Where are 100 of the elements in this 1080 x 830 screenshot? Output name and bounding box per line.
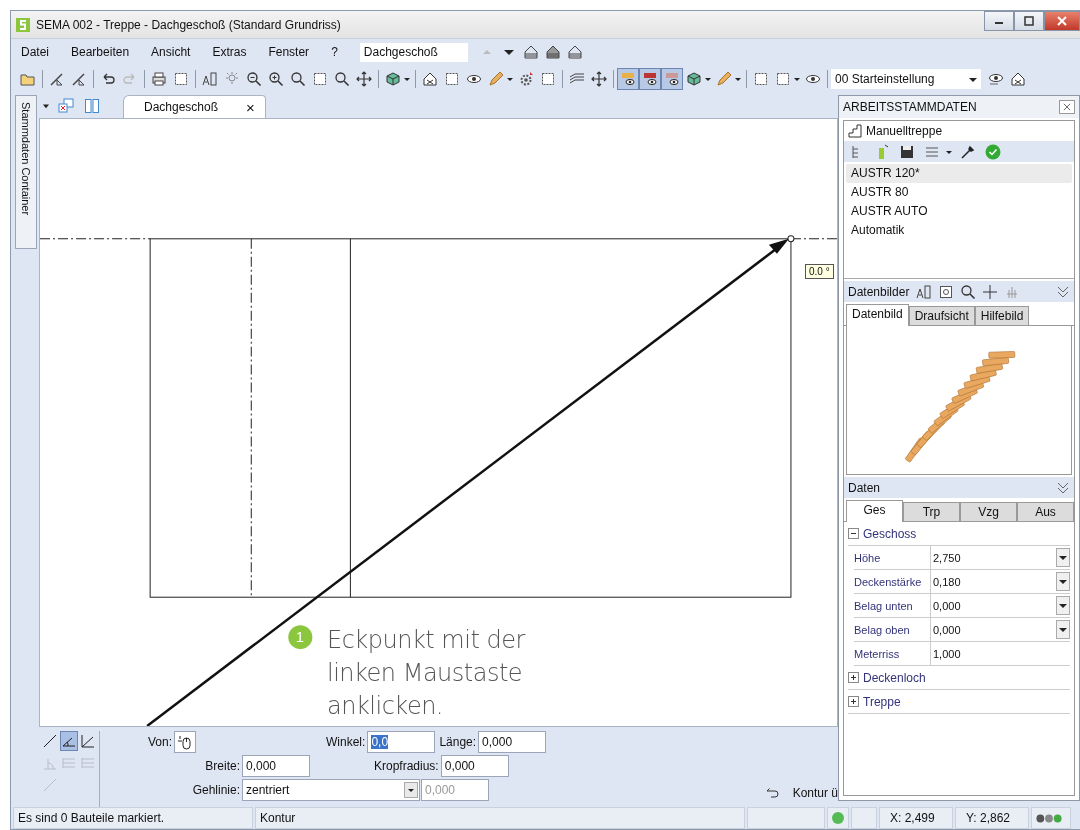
property-value[interactable]: 0,000 bbox=[931, 623, 1056, 636]
side-tab[interactable]: Stammdaten Container bbox=[15, 95, 37, 249]
layer-toggle-button[interactable] bbox=[661, 68, 683, 90]
print-icon[interactable] bbox=[151, 71, 167, 87]
data-tab[interactable]: Aus bbox=[1017, 502, 1074, 521]
menu-item[interactable]: Fenster bbox=[268, 45, 310, 59]
split-view-icon[interactable] bbox=[84, 97, 100, 114]
collapse-icon[interactable] bbox=[1056, 480, 1070, 495]
group-label: Deckenloch bbox=[863, 670, 926, 685]
panel-title: ARBEITSSTAMMDATEN bbox=[843, 100, 977, 114]
pick-point-button[interactable] bbox=[174, 731, 197, 753]
layer-eye-icon bbox=[664, 71, 680, 87]
image-tab[interactable]: Hilfebild bbox=[974, 306, 1030, 325]
house-icon[interactable] bbox=[1010, 71, 1026, 87]
property-label: Deckenstärke bbox=[854, 570, 931, 593]
folder-icon[interactable] bbox=[20, 71, 36, 87]
app-logo-icon bbox=[16, 17, 30, 32]
pipette-icon[interactable] bbox=[960, 143, 976, 160]
status-message: Es sind 0 Bauteile markiert. bbox=[13, 807, 253, 829]
data-tab[interactable]: Vzg bbox=[960, 502, 1017, 521]
save-icon[interactable] bbox=[899, 143, 915, 160]
layer-eye-icon bbox=[642, 71, 658, 87]
property-label: Meterriss bbox=[854, 642, 931, 665]
cube-icon[interactable] bbox=[385, 71, 401, 87]
angle-tooltip: 0.0 ° bbox=[805, 264, 834, 279]
draw-mode-icon bbox=[80, 755, 96, 771]
floor-house-icon[interactable] bbox=[522, 44, 539, 60]
cube-icon[interactable] bbox=[686, 71, 702, 87]
expand-toggle[interactable] bbox=[848, 696, 859, 707]
text-icon[interactable] bbox=[202, 71, 218, 87]
floor-house-icon[interactable] bbox=[566, 44, 583, 60]
x-coordinate: X: 2,499 bbox=[879, 807, 953, 829]
callout-number: 1 bbox=[294, 628, 306, 645]
laenge-field[interactable]: 0,000 bbox=[478, 731, 547, 753]
image-tab[interactable]: Draufsicht bbox=[908, 306, 975, 325]
data-tab[interactable]: Trp bbox=[903, 502, 960, 521]
dropdown-arrow-icon bbox=[1059, 553, 1067, 562]
kropfradius-field[interactable]: 0,000 bbox=[440, 755, 509, 777]
floor-house-icon[interactable] bbox=[544, 44, 561, 60]
search-icon[interactable] bbox=[334, 71, 350, 87]
menu-item[interactable]: Extras bbox=[212, 45, 247, 59]
check-icon[interactable] bbox=[985, 143, 1001, 160]
gehlinie-label: Gehlinie: bbox=[191, 783, 240, 797]
data-tab[interactable]: Ges bbox=[846, 500, 903, 522]
dropdown-button[interactable] bbox=[1056, 620, 1070, 639]
page-icon[interactable] bbox=[173, 71, 189, 87]
dropdown-button[interactable] bbox=[1056, 572, 1070, 591]
close-icon bbox=[1056, 16, 1068, 26]
layer-toggle-button[interactable] bbox=[617, 68, 639, 90]
bulb-icon[interactable] bbox=[224, 71, 240, 87]
house-icon[interactable] bbox=[422, 71, 438, 87]
zoom-icon[interactable] bbox=[290, 71, 306, 87]
view-setting-dropdown[interactable]: 00 Starteinstellung bbox=[831, 69, 981, 89]
zoom-out-icon[interactable] bbox=[246, 71, 262, 87]
callout-number-badge bbox=[288, 625, 313, 650]
document-tab[interactable]: Dachgeschoß × bbox=[123, 95, 266, 118]
expand-toggle[interactable] bbox=[848, 528, 859, 539]
menu-item[interactable]: Ansicht bbox=[151, 45, 191, 59]
gehlinie-dropdown[interactable]: zentriert bbox=[242, 779, 420, 801]
breite-field[interactable]: 0,000 bbox=[242, 755, 310, 777]
dropdown-button[interactable] bbox=[1056, 596, 1070, 615]
panel-close-button[interactable] bbox=[1059, 100, 1075, 114]
expand-toggle[interactable] bbox=[848, 672, 859, 683]
zoom-in-icon[interactable] bbox=[268, 71, 284, 87]
minimize-button[interactable] bbox=[984, 11, 1014, 31]
section-title: Daten bbox=[848, 480, 881, 495]
property-value[interactable]: 2,750 bbox=[931, 551, 1056, 564]
floor-dropdown[interactable]: Dachgeschoß bbox=[359, 42, 468, 62]
image-tab[interactable]: Datenbild bbox=[846, 304, 909, 326]
y-coordinate: Y: 2,862 bbox=[955, 807, 1029, 829]
maximize-icon bbox=[1023, 16, 1035, 26]
eye-icon[interactable] bbox=[988, 71, 1004, 87]
property-value[interactable]: 1,000 bbox=[931, 647, 1070, 660]
search-icon[interactable] bbox=[960, 283, 977, 300]
move-icon[interactable] bbox=[356, 71, 372, 87]
winkel-field[interactable]: 0,0 bbox=[367, 731, 436, 753]
maximize-button[interactable] bbox=[1014, 11, 1044, 31]
text-icon[interactable] bbox=[916, 283, 933, 300]
dropdown-arrow-icon bbox=[1059, 577, 1067, 586]
stair-preset-item[interactable]: AUSTR 80 bbox=[846, 183, 1072, 202]
close-icon bbox=[1063, 103, 1071, 111]
mouse-icon bbox=[177, 734, 194, 750]
group-label: Treppe bbox=[863, 694, 901, 709]
dropdown-button[interactable] bbox=[1056, 548, 1070, 567]
dropdown-arrow-icon[interactable] bbox=[969, 75, 977, 83]
close-button[interactable] bbox=[1044, 11, 1080, 31]
property-value[interactable]: 0,180 bbox=[931, 575, 1056, 588]
property-value[interactable]: 0,000 bbox=[931, 599, 1056, 612]
stair-preset-item[interactable]: AUSTR AUTO bbox=[846, 202, 1072, 221]
dots-icon bbox=[1036, 813, 1062, 823]
menu-item[interactable]: ? bbox=[331, 45, 338, 59]
menu-item[interactable]: Datei bbox=[21, 45, 49, 59]
close-window-icon[interactable] bbox=[58, 97, 74, 114]
menu-item[interactable]: Bearbeiten bbox=[71, 45, 130, 59]
stair-preset-item[interactable]: Automatik bbox=[846, 221, 1072, 240]
layer-toggle-button[interactable] bbox=[639, 68, 661, 90]
stair-preset-item[interactable]: AUSTR 120* bbox=[846, 164, 1072, 183]
gear-icon[interactable] bbox=[518, 71, 534, 87]
collapse-icon[interactable] bbox=[1056, 284, 1070, 299]
status-mode: Kontur bbox=[255, 807, 745, 829]
